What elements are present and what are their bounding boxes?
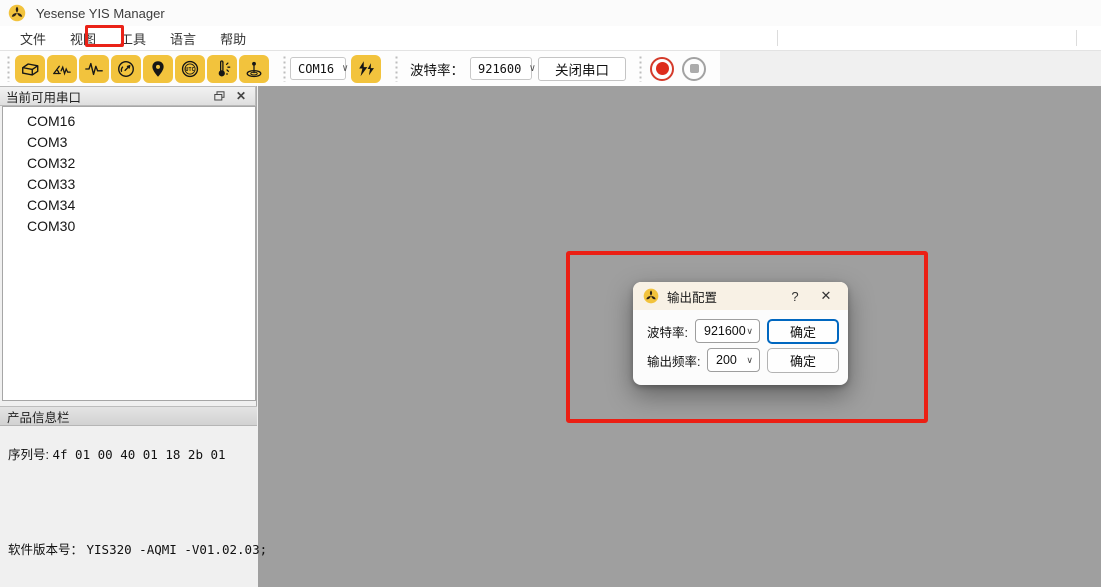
toolbar-drag-handle[interactable] xyxy=(393,55,400,82)
output-rate-row: 输出频率: xyxy=(647,351,700,370)
close-icon[interactable]: ✕ xyxy=(814,288,838,304)
menu-language[interactable]: 语言 xyxy=(159,26,207,51)
stop-icon[interactable] xyxy=(682,57,706,81)
list-item-port[interactable]: COM33 xyxy=(3,174,255,195)
baud-rate-row: 波特率: xyxy=(647,322,688,341)
serial-port-dock: 当前可用串口 ✕ COM16 COM3 COM32 COM33 COM34 CO… xyxy=(0,86,257,587)
list-item-port[interactable]: COM3 xyxy=(3,132,255,153)
toolbar-group-baud: 波特率： 921600 ∨ 关闭串口 xyxy=(388,51,632,86)
dock-header: 当前可用串口 ✕ xyxy=(0,86,256,106)
software-version-value: YIS320 -AQMI -V01.02.03; xyxy=(87,542,268,557)
dialog-title: 输出配置 xyxy=(667,287,784,306)
dock-title: 当前可用串口 xyxy=(6,87,205,106)
available-port-list: COM16 COM3 COM32 COM33 COM34 COM30 xyxy=(2,106,256,401)
list-item-port[interactable]: COM32 xyxy=(3,153,255,174)
serial-number-row: 序列号: 4f 01 00 40 01 18 2b 01 xyxy=(8,444,226,463)
dialog-titlebar[interactable]: 输出配置 ? ✕ xyxy=(633,282,848,310)
gauge-icon[interactable] xyxy=(111,55,141,83)
list-item-port[interactable]: COM16 xyxy=(3,111,255,132)
menu-file[interactable]: 文件 xyxy=(9,26,57,51)
toolbar-drag-handle[interactable] xyxy=(281,55,288,82)
float-window-icon[interactable] xyxy=(211,89,227,103)
software-version-row: 软件版本号： YIS320 -AQMI -V01.02.03; xyxy=(8,539,267,558)
baud-ok-button[interactable]: 确定 xyxy=(767,319,839,344)
app-logo-icon xyxy=(643,288,659,304)
toolbar-extension-separator xyxy=(1076,30,1077,46)
3d-model-icon[interactable] xyxy=(15,55,45,83)
help-button[interactable]: ? xyxy=(784,289,806,304)
toolbar-group-views: UTC xyxy=(0,51,276,86)
close-icon[interactable]: ✕ xyxy=(233,89,249,103)
svg-text:UTC: UTC xyxy=(185,67,194,73)
dialog-baud-value: 921600 xyxy=(704,324,746,338)
temperature-icon[interactable] xyxy=(207,55,237,83)
dialog-baud-label: 波特率: xyxy=(647,322,688,341)
chevron-down-icon: ∨ xyxy=(529,63,535,74)
window-titlebar: Yesense YIS Manager xyxy=(0,0,1101,26)
serial-number-value: 4f 01 00 40 01 18 2b 01 xyxy=(52,447,225,462)
window-title: Yesense YIS Manager xyxy=(36,6,165,21)
dialog-rate-value: 200 xyxy=(716,353,737,367)
refresh-lightning-icon[interactable] xyxy=(351,55,381,83)
toolbar-group-record xyxy=(632,51,720,86)
imu-sensor-icon[interactable] xyxy=(239,55,269,83)
angle-wave-icon[interactable] xyxy=(47,55,77,83)
toolbar-drag-handle[interactable] xyxy=(5,55,12,82)
dialog-rate-label: 输出频率: xyxy=(647,351,700,370)
menu-tools[interactable]: 工具 xyxy=(109,26,157,51)
close-serial-port-button[interactable]: 关闭串口 xyxy=(538,57,626,81)
app-logo-icon xyxy=(8,4,26,22)
waveform-icon[interactable] xyxy=(79,55,109,83)
list-item-port[interactable]: COM30 xyxy=(3,216,255,237)
dialog-baud-select[interactable]: 921600 ∨ xyxy=(695,319,760,343)
list-item-port[interactable]: COM34 xyxy=(3,195,255,216)
menu-bar: 文件 视图 工具 语言 帮助 xyxy=(0,26,1101,51)
output-config-dialog: 输出配置 ? ✕ 波特率: 921600 ∨ 确定 输出频率: 200 ∨ 确定 xyxy=(633,282,848,385)
port-select[interactable]: COM16 ∨ xyxy=(290,57,346,80)
baud-select[interactable]: 921600 ∨ xyxy=(470,57,532,80)
toolbar-empty-space xyxy=(720,51,1101,86)
toolbar-group-port: COM16 ∨ xyxy=(276,51,388,86)
toolbar-extension-separator xyxy=(777,30,778,46)
chevron-down-icon: ∨ xyxy=(342,63,348,74)
chevron-down-icon: ∨ xyxy=(746,326,753,337)
dialog-rate-select[interactable]: 200 ∨ xyxy=(707,348,760,372)
record-icon[interactable] xyxy=(650,57,674,81)
serial-number-label: 序列号: xyxy=(8,448,49,462)
utc-clock-icon[interactable]: UTC xyxy=(175,55,205,83)
product-info-header: 产品信息栏 xyxy=(0,406,257,426)
product-info-area: 序列号: 4f 01 00 40 01 18 2b 01 软件版本号： YIS3… xyxy=(0,426,257,587)
software-version-label: 软件版本号： xyxy=(8,543,83,557)
baud-select-value: 921600 xyxy=(478,62,521,76)
baud-rate-label: 波特率： xyxy=(410,59,464,79)
toolbar-drag-handle[interactable] xyxy=(637,55,644,82)
port-select-value: COM16 xyxy=(298,62,334,76)
chevron-down-icon: ∨ xyxy=(746,355,753,366)
rate-ok-button[interactable]: 确定 xyxy=(767,348,839,373)
menu-view[interactable]: 视图 xyxy=(59,26,107,51)
main-toolbar: UTC COM16 ∨ xyxy=(0,51,1101,86)
location-pin-icon[interactable] xyxy=(143,55,173,83)
menu-help[interactable]: 帮助 xyxy=(209,26,257,51)
